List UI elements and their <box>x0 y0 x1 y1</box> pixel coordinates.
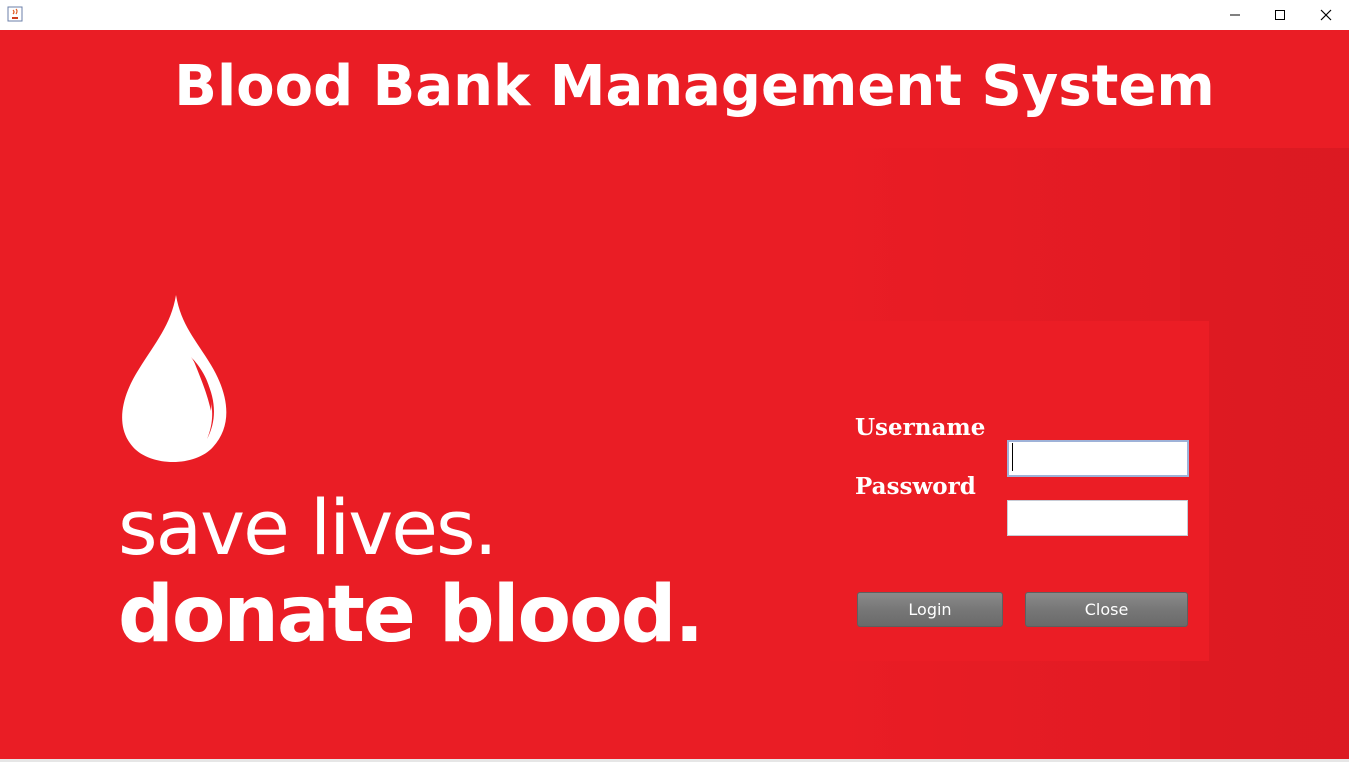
blood-drop-icon <box>122 295 227 462</box>
window-titlebar <box>0 0 1349 30</box>
close-icon <box>1320 9 1332 21</box>
slogan-line-1: save lives. <box>118 483 498 572</box>
slogan-line-2: donate blood. <box>118 570 704 660</box>
text-caret <box>1012 443 1013 471</box>
maximize-button[interactable] <box>1257 0 1303 30</box>
username-field[interactable] <box>1007 440 1189 477</box>
login-button[interactable]: Login <box>857 592 1003 627</box>
login-panel: Username Password Login Close <box>830 321 1209 661</box>
maximize-icon <box>1275 10 1285 20</box>
main-frame: Blood Bank Management System save lives.… <box>0 30 1349 759</box>
close-window-button[interactable] <box>1303 0 1349 30</box>
minimize-icon <box>1230 14 1240 16</box>
page-title: Blood Bank Management System <box>174 54 1215 119</box>
close-button[interactable]: Close <box>1025 592 1188 627</box>
password-field[interactable] <box>1007 500 1188 536</box>
java-icon[interactable] <box>7 6 23 22</box>
minimize-button[interactable] <box>1212 0 1258 30</box>
username-label: Username <box>855 414 986 441</box>
password-label: Password <box>855 473 976 500</box>
